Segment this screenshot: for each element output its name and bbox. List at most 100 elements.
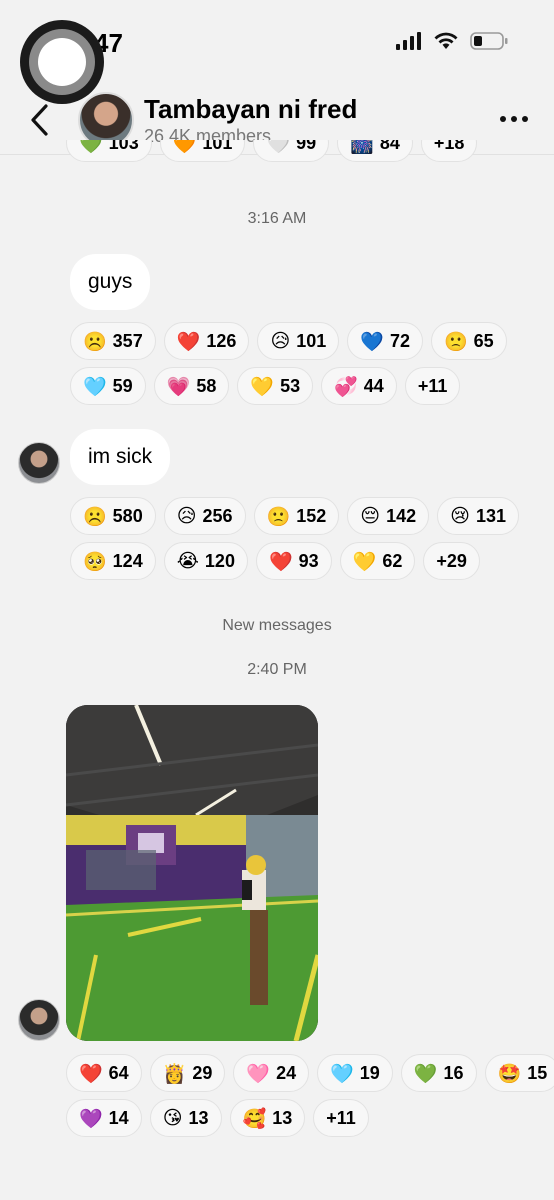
reaction-count: 131 xyxy=(475,505,507,526)
reaction-count: 256 xyxy=(202,505,233,526)
reaction-chip-green-heart[interactable]: 💚 16 xyxy=(400,1054,477,1092)
reaction-chip-blue-heart[interactable]: 💙 72 xyxy=(347,322,423,360)
reaction-chip-sad-sweat-face[interactable]: 😥 256 xyxy=(163,497,246,535)
reaction-count: 65 xyxy=(473,330,494,351)
back-arrow-icon[interactable] xyxy=(28,102,52,138)
more-reactions-chip[interactable]: +18 xyxy=(420,140,478,162)
more-reactions-chip[interactable]: +29 xyxy=(423,542,480,580)
signal-icon xyxy=(396,32,421,50)
reaction-count: 93 xyxy=(298,550,319,571)
blue-heart-icon: 💙 xyxy=(360,330,384,353)
reaction-count: 84 xyxy=(379,140,400,153)
reaction-chip-pink-heart[interactable]: 🩷 24 xyxy=(233,1054,310,1092)
red-heart-icon: ❤️ xyxy=(79,1062,103,1085)
status-icons xyxy=(396,32,508,50)
sender-avatar[interactable] xyxy=(18,442,60,484)
slightly-frowning-face-icon: 🙁 xyxy=(266,505,291,528)
reaction-chip-red-heart[interactable]: ❤️ 64 xyxy=(66,1054,142,1092)
reaction-count: 44 xyxy=(363,375,384,396)
revolving-hearts-icon: 💞 xyxy=(334,375,358,398)
frowning-face-icon: ☹️ xyxy=(83,505,107,528)
group-title[interactable]: Tambayan ni fred xyxy=(144,94,357,125)
reaction-chip-slightly-frowning-face[interactable]: 🙁 65 xyxy=(431,322,507,360)
reaction-count: 13 xyxy=(272,1107,293,1128)
reaction-count: 14 xyxy=(108,1107,129,1128)
reaction-chip-loudly-crying-face[interactable]: 😭 120 xyxy=(163,542,248,580)
reaction-chip-purple-heart[interactable]: 💜 14 xyxy=(66,1099,142,1137)
reaction-chip-growing-heart[interactable]: 💗 58 xyxy=(153,367,230,405)
reaction-chip-frowning-face[interactable]: ☹️ 357 xyxy=(70,322,156,360)
reaction-count: 59 xyxy=(112,375,133,396)
purple-heart-icon: 💜 xyxy=(79,1107,103,1130)
green-heart-icon: 💚 xyxy=(79,140,103,155)
sad-sweat-face-icon: 😥 xyxy=(176,505,197,527)
yellow-heart-icon: 💛 xyxy=(250,375,275,398)
reaction-chip-slightly-frowning-face[interactable]: 🙁 152 xyxy=(253,497,340,535)
photo-image xyxy=(66,705,318,1041)
more-options-icon[interactable] xyxy=(500,116,528,122)
smiling-face-with-hearts-icon: 🥰 xyxy=(242,1107,267,1130)
reaction-chip-white-heart[interactable]: 🤍 99 xyxy=(253,140,330,162)
reaction-count: 126 xyxy=(206,330,237,351)
reaction-count: 29 xyxy=(192,1062,213,1083)
timestamp: 3:16 AM xyxy=(247,210,307,227)
pink-heart-icon: 🩷 xyxy=(246,1062,271,1085)
reaction-count: 103 xyxy=(108,140,139,153)
princess-icon: 👸 xyxy=(162,1062,187,1085)
reaction-chip-crying-face[interactable]: 😢 131 xyxy=(437,497,520,535)
reaction-count: 24 xyxy=(276,1062,297,1083)
reaction-chip-pensive-face[interactable]: 😔 142 xyxy=(347,497,430,535)
photo-message[interactable] xyxy=(66,705,318,1041)
message-bubble[interactable]: guys xyxy=(70,254,151,310)
yellow-heart-icon: 💛 xyxy=(352,550,377,573)
crying-face-icon: 😢 xyxy=(450,505,470,527)
message-bubble[interactable]: im sick xyxy=(70,429,171,485)
reaction-chip-light-blue-heart[interactable]: 🩵 59 xyxy=(70,367,146,405)
reaction-count: 580 xyxy=(112,505,143,526)
reaction-chip-smiling-face-with-hearts[interactable]: 🥰 13 xyxy=(229,1099,306,1137)
reactions-row: 💜 14 😘 13 🥰 13 +11 xyxy=(66,1099,369,1137)
reaction-count: 53 xyxy=(280,375,301,396)
reaction-chip-green-heart[interactable]: 💚 103 xyxy=(66,140,152,162)
reaction-chip-pleading-face[interactable]: 🥺 124 xyxy=(70,542,156,580)
reaction-count: 152 xyxy=(296,505,327,526)
reaction-chip-sad-sweat-face[interactable]: 😥 101 xyxy=(257,322,340,360)
reaction-count: +11 xyxy=(326,1107,356,1128)
more-reactions-chip[interactable]: +11 xyxy=(404,367,461,405)
reactions-row: 🥺 124 😭 120 ❤️ 93 💛 62 +29 xyxy=(70,542,480,580)
battery-icon xyxy=(470,32,508,50)
status-bar: 47 xyxy=(0,0,554,104)
reaction-chip-orange-heart[interactable]: 🧡 101 xyxy=(159,140,246,162)
reaction-chip-princess[interactable]: 👸 29 xyxy=(149,1054,226,1092)
red-heart-icon: ❤️ xyxy=(176,330,201,353)
reactions-row: ☹️ 580 😥 256 🙁 152 😔 142 😢 131 xyxy=(70,497,520,535)
reactions-row: ☹️ 357 ❤️ 126 😥 101 💙 72 🙁 65 xyxy=(70,322,507,360)
timestamp: 2:40 PM xyxy=(247,661,307,678)
reaction-chip-yellow-heart[interactable]: 💛 62 xyxy=(339,542,416,580)
green-heart-icon: 💚 xyxy=(413,1062,438,1085)
more-reactions-chip[interactable]: +11 xyxy=(313,1099,369,1137)
sender-avatar[interactable] xyxy=(18,999,60,1041)
sparkle-icon: 🎆 xyxy=(350,140,374,155)
orange-heart-icon: 🧡 xyxy=(172,140,197,155)
reaction-chip-star-struck-face[interactable]: 🤩 15 xyxy=(484,1054,554,1092)
reaction-count: 64 xyxy=(108,1062,129,1083)
reaction-chip-red-heart[interactable]: ❤️ 93 xyxy=(255,542,332,580)
pensive-face-icon: 😔 xyxy=(360,505,381,527)
reaction-chip-light-blue-heart[interactable]: 🩵 19 xyxy=(317,1054,393,1092)
reaction-chip-red-heart[interactable]: ❤️ 126 xyxy=(163,322,250,360)
reaction-count: 62 xyxy=(382,550,403,571)
reaction-count: +29 xyxy=(436,550,467,571)
sad-sweat-face-icon: 😥 xyxy=(270,330,291,352)
reaction-count: 58 xyxy=(196,375,217,396)
reaction-count: 15 xyxy=(527,1062,548,1083)
wifi-icon xyxy=(434,32,458,49)
reaction-chip-frowning-face[interactable]: ☹️ 580 xyxy=(70,497,156,535)
reaction-chip-kissing-face[interactable]: 😘 13 xyxy=(149,1099,222,1137)
reaction-chip-yellow-heart[interactable]: 💛 53 xyxy=(237,367,314,405)
reactions-row: 🩵 59 💗 58 💛 53 💞 44 +11 xyxy=(70,367,461,405)
reaction-chip-revolving-hearts[interactable]: 💞 44 xyxy=(321,367,397,405)
reaction-chip-sparkle[interactable]: 🎆 84 xyxy=(337,140,413,162)
message-text: guys xyxy=(88,270,133,293)
growing-heart-icon: 💗 xyxy=(166,375,191,398)
